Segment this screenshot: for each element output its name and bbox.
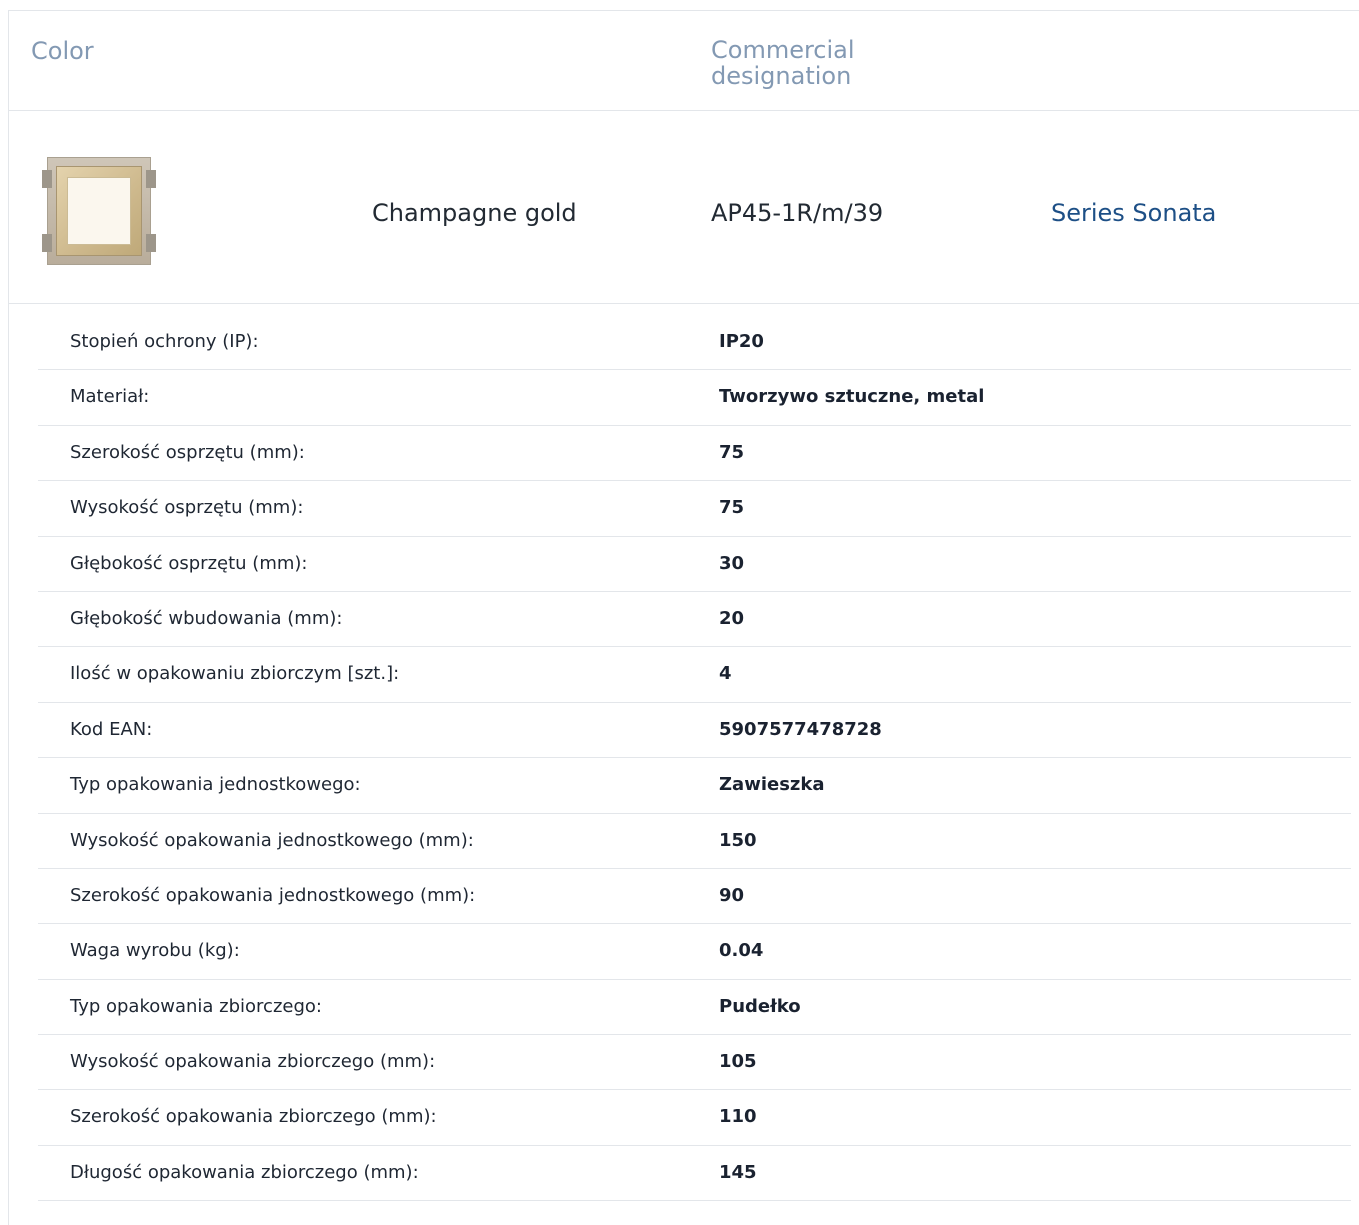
spec-label: Długość opakowania zbiorczego (mm):: [70, 1161, 419, 1183]
spec-row: Wysokość opakowania jednostkowego (mm): …: [38, 814, 1351, 869]
spec-label: Głębokość osprzętu (mm):: [70, 552, 308, 574]
spec-row: Waga wyrobu (kg): 0.04: [38, 924, 1351, 980]
spec-value: 90: [719, 884, 745, 906]
spec-value: Tworzywo sztuczne, metal: [719, 386, 985, 408]
spec-value: 5907577478728: [719, 718, 882, 740]
table-header-row: Color Commercial designation: [9, 11, 1359, 111]
spec-label: Typ opakowania jednostkowego:: [70, 774, 361, 796]
spec-label: Stopień ochrony (IP):: [70, 331, 259, 352]
spec-label: Waga wyrobu (kg):: [70, 940, 240, 962]
spec-label: Wysokość osprzętu (mm):: [70, 497, 304, 519]
spec-row: Typ opakowania jednostkowego: Zawieszka: [38, 758, 1351, 814]
product-image[interactable]: [29, 149, 179, 277]
spec-value: 110: [719, 1106, 757, 1128]
product-frame-graphic: [42, 157, 156, 265]
spec-row: Stopień ochrony (IP): IP20: [38, 315, 1351, 371]
spec-value: 150: [719, 829, 757, 851]
series-link[interactable]: Series Sonata: [1051, 199, 1216, 227]
spec-label: Materiał:: [70, 386, 150, 408]
spec-row: Materiał: Tworzywo sztuczne, metal: [38, 370, 1351, 426]
spec-label: Wysokość opakowania zbiorczego (mm):: [70, 1051, 436, 1073]
spec-label: Szerokość opakowania zbiorczego (mm):: [70, 1106, 437, 1128]
spec-row: Szerokość opakowania jednostkowego (mm):…: [38, 869, 1351, 925]
spec-value: 75: [719, 441, 745, 463]
spec-label: Szerokość opakowania jednostkowego (mm):: [70, 884, 476, 906]
spec-row: Szerokość opakowania zbiorczego (mm): 11…: [38, 1090, 1351, 1146]
designation-column-header: Commercial designation: [711, 36, 855, 90]
spec-row: Głębokość osprzętu (mm): 30: [38, 537, 1351, 592]
spec-row: Kod EAN: 5907577478728: [38, 703, 1351, 759]
product-row: Champagne gold AP45-1R/m/39 Series Sonat…: [9, 111, 1359, 304]
specifications-table: Stopień ochrony (IP): IP20 Materiał: Two…: [38, 315, 1351, 1202]
spec-label: Wysokość opakowania jednostkowego (mm):: [70, 829, 474, 851]
spec-value: Pudełko: [719, 995, 801, 1017]
spec-label: Typ opakowania zbiorczego:: [70, 995, 322, 1017]
color-column-header: Color: [31, 37, 94, 65]
spec-label: Ilość w opakowaniu zbiorczym [szt.]:: [70, 663, 400, 685]
spec-row: Ilość w opakowaniu zbiorczym [szt.]: 4: [38, 647, 1351, 703]
product-color: Champagne gold: [372, 199, 577, 227]
spec-value: 30: [719, 552, 745, 574]
spec-row: Szerokość osprzętu (mm): 75: [38, 426, 1351, 482]
spec-row: Długość opakowania zbiorczego (mm): 145: [38, 1146, 1351, 1202]
spec-value: 20: [719, 607, 745, 629]
spec-value: 0.04: [719, 940, 764, 962]
spec-row: Wysokość osprzętu (mm): 75: [38, 481, 1351, 537]
product-code: AP45-1R/m/39: [711, 199, 884, 227]
spec-value: 75: [719, 497, 745, 519]
spec-row: Typ opakowania zbiorczego: Pudełko: [38, 980, 1351, 1036]
spec-label: Kod EAN:: [70, 718, 153, 740]
spec-value: 4: [719, 663, 732, 685]
spec-label: Głębokość wbudowania (mm):: [70, 607, 343, 629]
spec-value: 105: [719, 1051, 757, 1073]
spec-value: IP20: [719, 331, 764, 352]
spec-row: Głębokość wbudowania (mm): 20: [38, 592, 1351, 648]
spec-value: Zawieszka: [719, 774, 825, 796]
spec-label: Szerokość osprzętu (mm):: [70, 441, 305, 463]
spec-row: Wysokość opakowania zbiorczego (mm): 105: [38, 1035, 1351, 1091]
spec-value: 145: [719, 1161, 757, 1183]
